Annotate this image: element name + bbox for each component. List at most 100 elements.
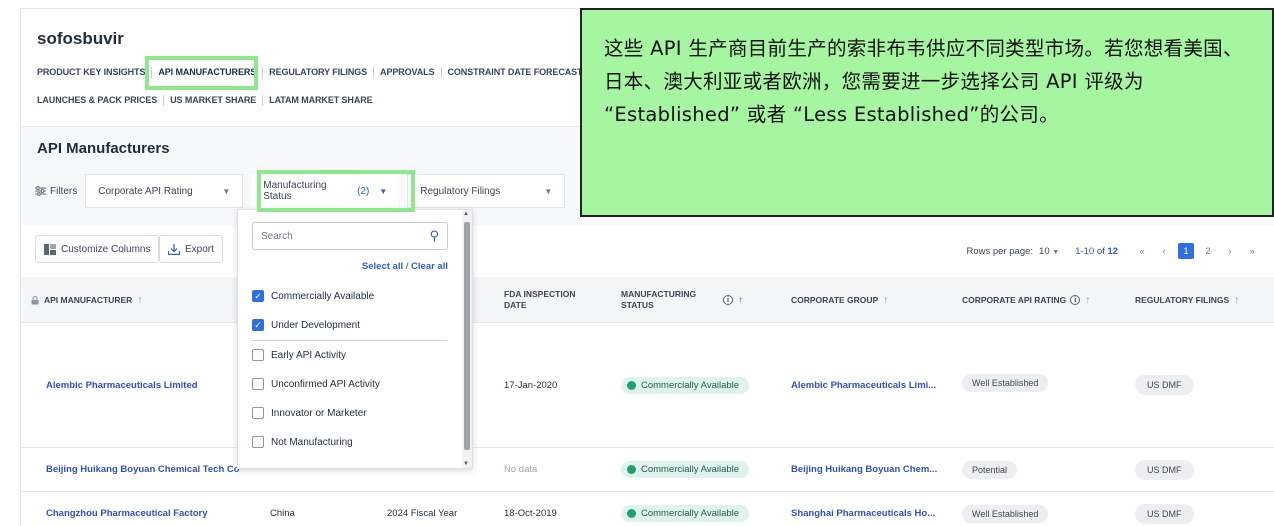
rating-badge: Well Established <box>962 374 1049 392</box>
checkbox-checked-icon[interactable]: ✓ <box>252 290 264 302</box>
checkbox-icon[interactable] <box>252 407 264 419</box>
next-page-icon[interactable]: › <box>1222 243 1238 259</box>
status-text: Commercially Available <box>641 464 740 475</box>
status-badge: Commercially Available <box>621 505 750 522</box>
first-page-icon[interactable]: « <box>1134 243 1150 259</box>
info-icon[interactable]: i <box>723 295 733 305</box>
filing-badge: US DMF <box>1135 459 1194 480</box>
tab-api-manufacturers[interactable]: API MANUFACTURERS <box>152 67 264 78</box>
status-cell: Commercially Available <box>621 492 750 526</box>
status-cell: Commercially Available <box>621 323 750 447</box>
lock-icon <box>31 295 39 304</box>
prev-page-icon[interactable]: ‹ <box>1156 243 1172 259</box>
fiscal-year: 2024 Fiscal Year <box>387 508 458 519</box>
search-icon[interactable]: ⚲ <box>429 228 439 244</box>
option-innovator-or-marketer[interactable]: Innovator or Marketer <box>252 407 367 419</box>
filters-label[interactable]: Filters <box>35 186 77 197</box>
corporate-api-rating-filter[interactable]: Corporate API Rating ▼ <box>85 174 244 208</box>
col-manufacturing-status[interactable]: MANUFACTURING STATUS i ↑ <box>621 277 781 323</box>
filing-badge: US DMF <box>1135 503 1194 524</box>
filing-badge: US DMF <box>1135 375 1194 395</box>
manufacturer-link[interactable]: Changzhou Pharmaceutical Factory <box>46 492 208 526</box>
option-label: Unconfirmed API Activity <box>271 378 380 390</box>
table-toolbar: Customize Columns Export Rows per page: … <box>21 225 1274 277</box>
chevron-down-icon: ▼ <box>1052 248 1060 256</box>
rows-per-page-select[interactable]: 10 ▼ <box>1039 246 1059 257</box>
sort-arrow-icon[interactable]: ↑ <box>738 295 743 306</box>
manufacturer-link[interactable]: Alembic Pharmaceuticals Limited <box>46 323 198 447</box>
corporate-group-link[interactable]: Shanghai Pharmaceuticals Ho... <box>791 492 935 526</box>
last-page-icon[interactable]: » <box>1244 243 1260 259</box>
clear-all-link[interactable]: Clear all <box>411 261 448 272</box>
filings-cell: US DMF <box>1135 448 1194 491</box>
sort-arrow-icon[interactable]: ↑ <box>883 295 888 306</box>
page-1-button[interactable]: 1 <box>1178 243 1194 259</box>
sort-arrow-icon[interactable]: ↑ <box>137 295 142 306</box>
col-fda-inspection-date[interactable]: FDA INSPECTION DATE <box>504 277 594 323</box>
col-api-manufacturer[interactable]: API MANUFACTURER ↑ <box>31 277 142 323</box>
export-button[interactable]: Export <box>159 235 223 263</box>
checkbox-checked-icon[interactable]: ✓ <box>252 319 264 331</box>
manufacturing-status-filter[interactable]: Manufacturing Status (2) ▼ <box>251 174 400 208</box>
col-corporate-api-rating[interactable]: CORPORATE API RATING i ↑ <box>962 277 1090 323</box>
tab-us-market-share[interactable]: US MARKET SHARE <box>164 95 264 106</box>
col-fda-inspection-date-label: FDA INSPECTION DATE <box>504 289 576 310</box>
corporate-group-link[interactable]: Alembic Pharmaceuticals Limi... <box>791 323 936 447</box>
country: China <box>270 508 295 519</box>
customize-columns-label: Customize Columns <box>61 243 151 255</box>
sort-arrow-icon[interactable]: ↑ <box>1085 295 1090 306</box>
checkbox-icon[interactable] <box>252 436 264 448</box>
filters-text: Filters <box>50 185 78 197</box>
manufacturer-link[interactable]: Beijing Huikang Boyuan Chemical Tech Co <box>46 448 240 491</box>
option-not-manufacturing[interactable]: Not Manufacturing <box>252 436 353 448</box>
rating-cell: Well Established <box>962 492 1049 526</box>
regulatory-filings-filter[interactable]: Regulatory Filings ▼ <box>407 174 566 208</box>
app-title: sofosbuvir <box>37 29 124 48</box>
tab-approvals[interactable]: APPROVALS <box>374 67 442 78</box>
corporate-group-link[interactable]: Beijing Huikang Boyuan Chem... <box>791 448 937 491</box>
filter-sliders-icon <box>35 186 46 196</box>
tab-latam-market-share[interactable]: LATAM MARKET SHARE <box>263 95 378 106</box>
corporate-api-rating-label: Corporate API Rating <box>98 185 193 197</box>
page-2-button[interactable]: 2 <box>1200 243 1216 259</box>
fda-date: No data <box>504 464 538 475</box>
option-commercially-available[interactable]: ✓ Commercially Available <box>252 290 374 302</box>
download-icon <box>168 243 180 255</box>
scroll-up-icon[interactable]: ▲ <box>463 211 469 217</box>
option-early-api-activity[interactable]: Early API Activity <box>252 349 346 361</box>
tab-constraint-date-forecast[interactable]: CONSTRAINT DATE FORECAST & <box>442 67 598 78</box>
table-row[interactable]: Changzhou Pharmaceutical Factory China 2… <box>21 492 1274 526</box>
select-all-link[interactable]: Select all <box>362 261 403 272</box>
checkbox-icon[interactable] <box>252 349 264 361</box>
checkbox-icon[interactable] <box>252 378 264 390</box>
table-row[interactable]: Alembic Pharmaceuticals Limited 17-Jan-2… <box>21 323 1274 448</box>
col-corporate-group-label: CORPORATE GROUP <box>791 294 879 305</box>
option-under-development[interactable]: ✓ Under Development <box>252 319 360 331</box>
chevron-down-icon: ▼ <box>379 186 388 196</box>
rating-cell: Well Established <box>962 323 1049 447</box>
dropdown-scrollbar[interactable]: ▲ ▼ <box>462 210 472 468</box>
option-unconfirmed-api-activity[interactable]: Unconfirmed API Activity <box>252 378 380 390</box>
nav-tabs-row1: PRODUCT KEY INSIGHTS API MANUFACTURERS R… <box>37 67 597 78</box>
col-regulatory-filings[interactable]: REGULATORY FILINGS ↑ <box>1135 277 1239 323</box>
customize-columns-button[interactable]: Customize Columns <box>35 235 160 263</box>
fda-date: 18-Oct-2019 <box>504 508 557 519</box>
export-label: Export <box>185 243 214 255</box>
option-label: Innovator or Marketer <box>271 407 367 419</box>
tab-product-key-insights[interactable]: PRODUCT KEY INSIGHTS <box>37 67 153 78</box>
scrollbar-thumb[interactable] <box>464 222 470 450</box>
search-placeholder: Search <box>261 230 293 242</box>
status-badge: Commercially Available <box>621 461 750 478</box>
manufacturing-status-dropdown: Search ⚲ Select all / Clear all ✓ Commerc… <box>237 209 473 469</box>
table-row[interactable]: Beijing Huikang Boyuan Chemical Tech Co … <box>21 448 1274 492</box>
tab-launches-pack-prices[interactable]: LAUNCHES & PACK PRICES <box>37 95 165 106</box>
sort-arrow-icon[interactable]: ↑ <box>1234 295 1239 306</box>
chevron-down-icon: ▼ <box>544 186 553 196</box>
col-corporate-group[interactable]: CORPORATE GROUP ↑ <box>791 277 888 323</box>
status-cell: Commercially Available <box>621 448 750 491</box>
dropdown-search-input[interactable]: Search ⚲ <box>252 222 448 250</box>
scroll-down-icon[interactable]: ▼ <box>463 461 469 467</box>
dropdown-divider <box>252 340 447 341</box>
info-icon[interactable]: i <box>1070 295 1081 305</box>
tab-regulatory-filings[interactable]: REGULATORY FILINGS <box>263 67 375 78</box>
